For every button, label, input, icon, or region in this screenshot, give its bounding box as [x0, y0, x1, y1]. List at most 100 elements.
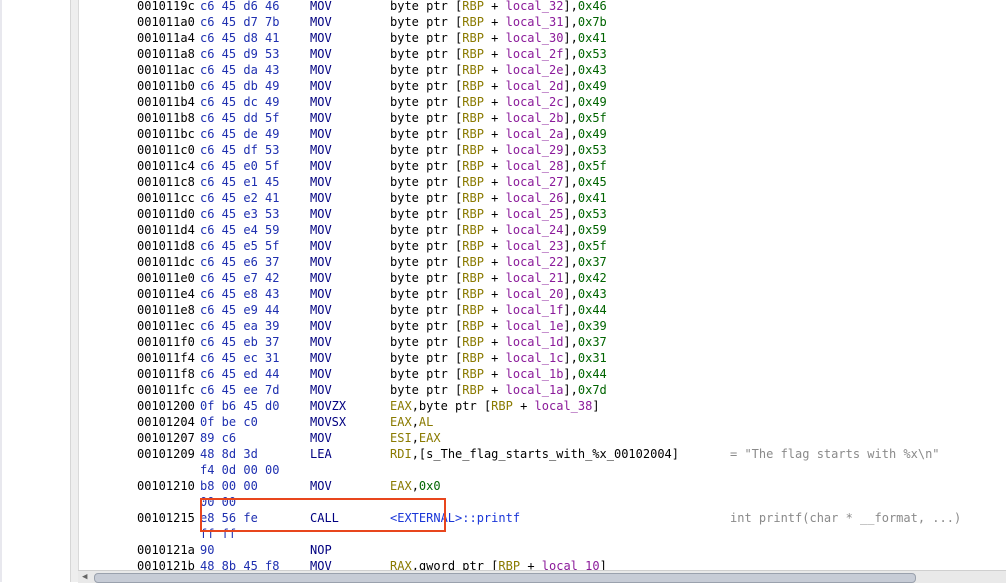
- instruction-address[interactable]: 00101207: [137, 430, 195, 446]
- instruction-address[interactable]: 001011e8: [137, 302, 195, 318]
- listing-row[interactable]: 001011f4 c6 45 ec 31 MOV byte ptr [RBP + lo…: [79, 350, 1006, 366]
- instruction-mnemonic[interactable]: MOV: [310, 30, 332, 46]
- instruction-address[interactable]: 001011c4: [137, 158, 195, 174]
- listing-row[interactable]: 001011e8 c6 45 e9 44 MOV byte ptr [RBP + lo…: [79, 302, 1006, 318]
- instruction-operands[interactable]: <EXTERNAL>::printf: [390, 510, 520, 526]
- instruction-mnemonic[interactable]: MOV: [310, 318, 332, 334]
- instruction-address[interactable]: 001011e4: [137, 286, 195, 302]
- listing-row[interactable]: 0010119c c6 45 d6 46 MOV byte ptr [RBP + lo…: [79, 0, 1006, 14]
- instruction-address[interactable]: 00101200: [137, 398, 195, 414]
- instruction-address[interactable]: 001011a0: [137, 14, 195, 30]
- instruction-mnemonic[interactable]: MOV: [310, 334, 332, 350]
- instruction-mnemonic[interactable]: MOV: [310, 0, 332, 14]
- instruction-operands[interactable]: byte ptr [RBP + local_1b],0x44: [390, 366, 607, 382]
- instruction-operands[interactable]: byte ptr [RBP + local_1e],0x39: [390, 318, 607, 334]
- instruction-operands[interactable]: EAX,AL: [390, 414, 433, 430]
- instruction-address[interactable]: 001011d8: [137, 238, 195, 254]
- instruction-mnemonic[interactable]: MOV: [310, 350, 332, 366]
- instruction-mnemonic[interactable]: MOV: [310, 78, 332, 94]
- instruction-mnemonic[interactable]: MOV: [310, 206, 332, 222]
- listing-row[interactable]: 001011b0 c6 45 db 49 MOV byte ptr [RBP + lo…: [79, 78, 1006, 94]
- instruction-address[interactable]: 001011b0: [137, 78, 195, 94]
- instruction-mnemonic[interactable]: MOV: [310, 174, 332, 190]
- instruction-mnemonic[interactable]: MOV: [310, 14, 332, 30]
- instruction-mnemonic[interactable]: MOV: [310, 270, 332, 286]
- listing-row[interactable]: 00101200 0f b6 45 d0 MOVZX EAX,byte ptr [RB…: [79, 398, 1006, 414]
- instruction-operands[interactable]: byte ptr [RBP + local_23],0x5f: [390, 238, 607, 254]
- instruction-mnemonic[interactable]: MOV: [310, 158, 332, 174]
- instruction-address[interactable]: 001011e0: [137, 270, 195, 286]
- listing-row[interactable]: 001011c4 c6 45 e0 5f MOV byte ptr [RBP + lo…: [79, 158, 1006, 174]
- instruction-address[interactable]: 001011a4: [137, 30, 195, 46]
- instruction-mnemonic[interactable]: MOV: [310, 478, 332, 494]
- instruction-address[interactable]: 001011f0: [137, 334, 195, 350]
- instruction-mnemonic[interactable]: MOV: [310, 302, 332, 318]
- instruction-operands[interactable]: byte ptr [RBP + local_30],0x41: [390, 30, 607, 46]
- instruction-address[interactable]: 001011f8: [137, 366, 195, 382]
- listing-row[interactable]: 001011fc c6 45 ee 7d MOV byte ptr [RBP + lo…: [79, 382, 1006, 398]
- instruction-operands[interactable]: byte ptr [RBP + local_29],0x53: [390, 142, 607, 158]
- instruction-address[interactable]: 0010119c: [137, 0, 195, 14]
- listing-row[interactable]: 001011dc c6 45 e6 37 MOV byte ptr [RBP + lo…: [79, 254, 1006, 270]
- instruction-mnemonic[interactable]: MOV: [310, 94, 332, 110]
- instruction-mnemonic[interactable]: MOV: [310, 366, 332, 382]
- instruction-mnemonic[interactable]: MOVZX: [310, 398, 346, 414]
- listing-row[interactable]: 001011cc c6 45 e2 41 MOV byte ptr [RBP + lo…: [79, 190, 1006, 206]
- instruction-operands[interactable]: byte ptr [RBP + local_2f],0x53: [390, 46, 607, 62]
- instruction-address[interactable]: 001011ac: [137, 62, 195, 78]
- listing-row[interactable]: 00101207 89 c6 MOV ESI,EAX: [79, 430, 1006, 446]
- instruction-mnemonic[interactable]: MOV: [310, 126, 332, 142]
- instruction-address[interactable]: 001011c8: [137, 174, 195, 190]
- listing-row[interactable]: 00101209 48 8d 3d LEA RDI,[s_The_flag_start…: [79, 446, 1006, 462]
- instruction-operands[interactable]: byte ptr [RBP + local_1a],0x7d: [390, 382, 607, 398]
- instruction-address[interactable]: 001011c0: [137, 142, 195, 158]
- listing-row[interactable]: 001011a0 c6 45 d7 7b MOV byte ptr [RBP + lo…: [79, 14, 1006, 30]
- listing-row[interactable]: 001011b4 c6 45 dc 49 MOV byte ptr [RBP + lo…: [79, 94, 1006, 110]
- instruction-mnemonic[interactable]: MOV: [310, 142, 332, 158]
- instruction-operands[interactable]: byte ptr [RBP + local_1d],0x37: [390, 334, 607, 350]
- listing-row[interactable]: 001011ec c6 45 ea 39 MOV byte ptr [RBP + lo…: [79, 318, 1006, 334]
- instruction-mnemonic[interactable]: MOV: [310, 238, 332, 254]
- instruction-mnemonic[interactable]: MOV: [310, 110, 332, 126]
- instruction-operands[interactable]: byte ptr [RBP + local_28],0x5f: [390, 158, 607, 174]
- instruction-mnemonic[interactable]: MOV: [310, 430, 332, 446]
- listing-row[interactable]: 001011e0 c6 45 e7 42 MOV byte ptr [RBP + lo…: [79, 270, 1006, 286]
- listing-row[interactable]: 001011a8 c6 45 d9 53 MOV byte ptr [RBP + lo…: [79, 46, 1006, 62]
- listing-row[interactable]: 001011d0 c6 45 e3 53 MOV byte ptr [RBP + lo…: [79, 206, 1006, 222]
- panel-splitter[interactable]: [70, 0, 148, 582]
- listing-row[interactable]: 001011f8 c6 45 ed 44 MOV byte ptr [RBP + lo…: [79, 366, 1006, 382]
- instruction-operands[interactable]: byte ptr [RBP + local_24],0x59: [390, 222, 607, 238]
- instruction-operands[interactable]: byte ptr [RBP + local_2c],0x49: [390, 94, 607, 110]
- instruction-address[interactable]: 001011a8: [137, 46, 195, 62]
- instruction-mnemonic[interactable]: MOV: [310, 286, 332, 302]
- instruction-operands[interactable]: byte ptr [RBP + local_22],0x37: [390, 254, 607, 270]
- listing-row[interactable]: 00101204 0f be c0 MOVSX EAX,AL: [79, 414, 1006, 430]
- instruction-address[interactable]: 001011fc: [137, 382, 195, 398]
- disassembly-listing[interactable]: 0010119c c6 45 d6 46 MOV byte ptr [RBP + lo…: [78, 0, 1006, 570]
- instruction-mnemonic[interactable]: MOV: [310, 382, 332, 398]
- listing-row[interactable]: 0010121a 90 NOP: [79, 542, 1006, 558]
- instruction-operands[interactable]: ESI,EAX: [390, 430, 441, 446]
- listing-row[interactable]: 001011c0 c6 45 df 53 MOV byte ptr [RBP + lo…: [79, 142, 1006, 158]
- listing-row[interactable]: 001011bc c6 45 de 49 MOV byte ptr [RBP + lo…: [79, 126, 1006, 142]
- instruction-mnemonic[interactable]: MOV: [310, 190, 332, 206]
- instruction-operands[interactable]: byte ptr [RBP + local_2b],0x5f: [390, 110, 607, 126]
- listing-row[interactable]: 001011d4 c6 45 e4 59 MOV byte ptr [RBP + lo…: [79, 222, 1006, 238]
- instruction-operands[interactable]: byte ptr [RBP + local_26],0x41: [390, 190, 607, 206]
- instruction-operands[interactable]: byte ptr [RBP + local_32],0x46: [390, 0, 607, 14]
- instruction-operands[interactable]: EAX,byte ptr [RBP + local_38]: [390, 398, 600, 414]
- instruction-address[interactable]: 00101209: [137, 446, 195, 462]
- instruction-mnemonic[interactable]: MOV: [310, 222, 332, 238]
- instruction-address[interactable]: 001011b8: [137, 110, 195, 126]
- instruction-operands[interactable]: RAX,qword ptr [RBP + local_10]: [390, 558, 607, 570]
- instruction-operands[interactable]: byte ptr [RBP + local_27],0x45: [390, 174, 607, 190]
- listing-row[interactable]: 001011f0 c6 45 eb 37 MOV byte ptr [RBP + lo…: [79, 334, 1006, 350]
- instruction-operands[interactable]: EAX,0x0: [390, 478, 441, 494]
- instruction-operands[interactable]: byte ptr [RBP + local_2e],0x43: [390, 62, 607, 78]
- instruction-address[interactable]: 001011bc: [137, 126, 195, 142]
- instruction-address[interactable]: 001011f4: [137, 350, 195, 366]
- instruction-mnemonic[interactable]: MOV: [310, 46, 332, 62]
- instruction-mnemonic[interactable]: MOV: [310, 558, 332, 570]
- instruction-operands[interactable]: byte ptr [RBP + local_1f],0x44: [390, 302, 607, 318]
- instruction-operands[interactable]: byte ptr [RBP + local_31],0x7b: [390, 14, 607, 30]
